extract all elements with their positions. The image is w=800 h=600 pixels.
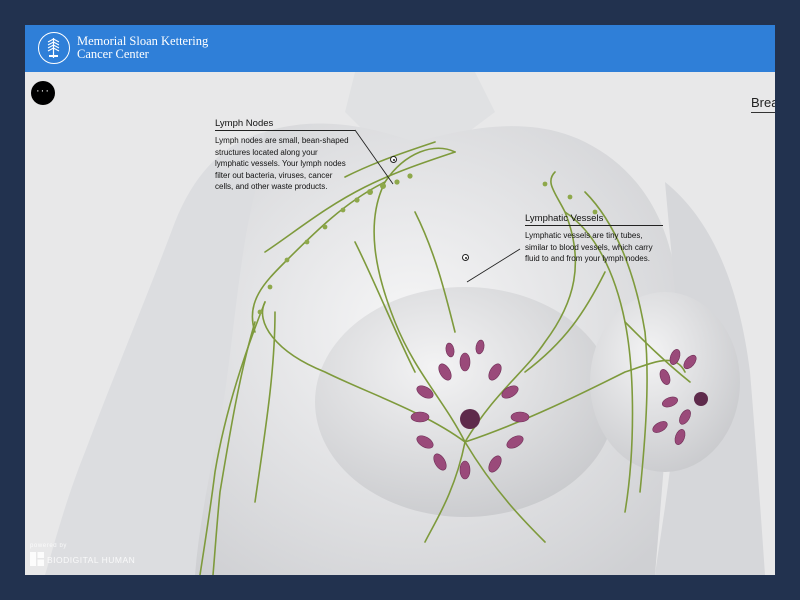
- more-menu-button[interactable]: ···: [31, 81, 55, 105]
- more-icon: ···: [36, 85, 50, 97]
- lymph-nodes-marker[interactable]: [390, 156, 397, 163]
- left-breast: [315, 287, 615, 517]
- left-nipple: [460, 409, 480, 429]
- msk-caduceus-icon[interactable]: [38, 32, 70, 64]
- view-title-underline: [751, 112, 775, 113]
- lymph-nodes-description: Lymph nodes are small, bean-shaped struc…: [215, 136, 349, 191]
- biodigital-logo-icon: [30, 552, 44, 566]
- lymphatic-vessels-marker[interactable]: [462, 254, 469, 261]
- header-bar: Memorial Sloan Kettering Cancer Center: [25, 25, 775, 72]
- anatomy-scene[interactable]: [25, 72, 775, 575]
- biodigital-human-label[interactable]: BIODIGITAL HUMAN: [47, 555, 135, 565]
- right-nipple: [694, 392, 708, 406]
- powered-by-label: powered by: [30, 543, 68, 549]
- lymphatic-vessels-title: Lymphatic Vessels: [525, 213, 604, 224]
- lymphatic-vessels-description: Lymphatic vessels are tiny tubes, simila…: [525, 231, 653, 263]
- lymphatic-vessels-rule: [525, 225, 663, 226]
- brand-line-2: Cancer Center: [77, 47, 149, 61]
- lymph-nodes-title: Lymph Nodes: [215, 118, 274, 129]
- lymph-nodes-rule: [215, 130, 355, 131]
- brand-name[interactable]: Memorial Sloan Kettering Cancer Center: [77, 35, 208, 61]
- viewer-frame: Memorial Sloan Kettering Cancer Center ·…: [25, 25, 775, 575]
- view-title: Brea: [751, 95, 775, 110]
